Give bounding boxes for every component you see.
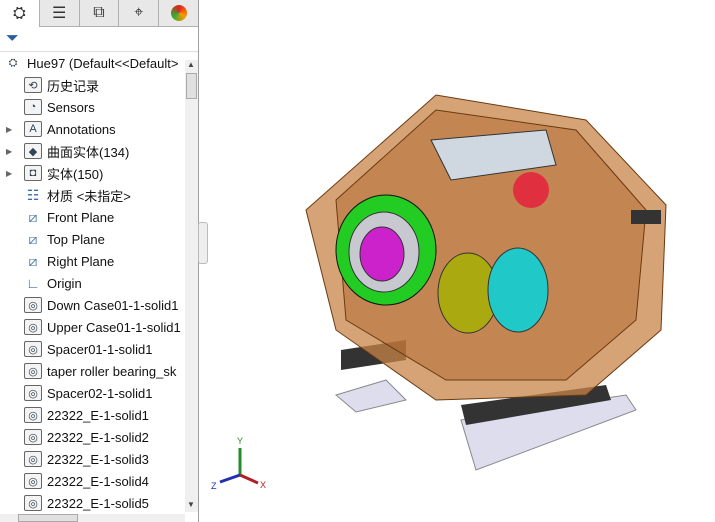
tree-item[interactable]: ⧄ Top Plane bbox=[0, 228, 185, 250]
expand-arrow-icon[interactable]: ▶ bbox=[6, 125, 16, 134]
tree-item[interactable]: ◎ Upper Case01-1-solid1 bbox=[0, 316, 185, 338]
gearbox-model bbox=[305, 94, 667, 471]
vertical-scrollbar[interactable] bbox=[185, 60, 198, 512]
tree-item-label: Front Plane bbox=[47, 209, 115, 225]
scrollbar-thumb[interactable] bbox=[186, 73, 197, 99]
property-manager-tab[interactable]: ☰ bbox=[40, 0, 80, 26]
tree-item[interactable]: ⧄ Right Plane bbox=[0, 250, 185, 272]
tree-item-label: Sensors bbox=[47, 99, 95, 115]
configuration-manager-tab[interactable]: ⧉ bbox=[80, 0, 120, 26]
history-folder-icon: ⟲ bbox=[24, 77, 42, 93]
feature-tree: ⛭ Hue97 (Default<<Default> ⟲ 历史记录 ◔ Sensors ▶… bbox=[0, 52, 185, 514]
tree-item-label: Top Plane bbox=[47, 231, 105, 247]
panel-tabs: ⛭ ☰ ⧉ ⌖ bbox=[0, 0, 198, 27]
graphics-area[interactable]: Y X Z bbox=[206, 0, 715, 522]
tree-item-label: Right Plane bbox=[47, 253, 115, 269]
solid-body-icon: ◎ bbox=[24, 495, 42, 511]
tree-item-label: Spacer02-1-solid1 bbox=[47, 385, 153, 401]
root-label: Hue97 (Default<<Default> bbox=[27, 55, 179, 71]
solid-body-icon: ◎ bbox=[24, 363, 42, 379]
tree-item-label: 材质 <未指定> bbox=[47, 188, 131, 204]
tree-item[interactable]: ◎ taper roller bearing_sk bbox=[0, 360, 185, 382]
scroll-up-icon[interactable]: ▲ bbox=[187, 60, 195, 69]
feature-manager-tab[interactable]: ⛭ bbox=[0, 0, 40, 27]
solid-bodies-folder-icon: ◘ bbox=[24, 165, 42, 181]
tree-item-label: 22322_E-1-solid4 bbox=[47, 473, 149, 489]
plane-icon: ⧄ bbox=[28, 230, 38, 247]
tree-item-label: 22322_E-1-solid2 bbox=[47, 429, 149, 445]
triad-x-label: X bbox=[260, 480, 266, 490]
solid-body-icon: ◎ bbox=[24, 429, 42, 445]
triad-z-label: Z bbox=[211, 481, 217, 491]
tree-item[interactable]: ⟲ 历史记录 bbox=[0, 74, 185, 96]
tree-item[interactable]: ◎ 22322_E-1-solid1 bbox=[0, 404, 185, 426]
plane-icon: ⧄ bbox=[28, 252, 38, 269]
tree-item-label: Origin bbox=[47, 275, 82, 291]
solid-body-icon: ◎ bbox=[24, 341, 42, 357]
tree-item-label: Down Case01-1-solid1 bbox=[47, 297, 179, 313]
tree-item-label: 22322_E-1-solid1 bbox=[47, 407, 149, 423]
solid-body-icon: ◎ bbox=[24, 451, 42, 467]
surface-bodies-folder-icon: ◆ bbox=[24, 143, 42, 159]
solid-body-icon: ◎ bbox=[24, 385, 42, 401]
tree-item[interactable]: ☷ 材质 <未指定> bbox=[0, 184, 185, 206]
part-icon: ⛭ bbox=[8, 56, 18, 69]
tree-item[interactable]: ◎ Spacer01-1-solid1 bbox=[0, 338, 185, 360]
tree-item[interactable]: ◎ Spacer02-1-solid1 bbox=[0, 382, 185, 404]
axis-triad: Y X Z bbox=[211, 436, 266, 491]
tree-item-label: 曲面实体(134) bbox=[47, 144, 130, 160]
expand-arrow-icon[interactable]: ▶ bbox=[6, 147, 16, 156]
solid-body-icon: ◎ bbox=[24, 319, 42, 335]
tree-item[interactable]: ◎ Down Case01-1-solid1 bbox=[0, 294, 185, 316]
display-manager-tab[interactable] bbox=[159, 0, 198, 26]
tree-item-label: 22322_E-1-solid3 bbox=[47, 451, 149, 467]
sensors-folder-icon: ◔ bbox=[24, 99, 42, 115]
solid-body-icon: ◎ bbox=[24, 407, 42, 423]
triad-y-label: Y bbox=[237, 436, 243, 446]
feature-manager-panel: ⛭ ☰ ⧉ ⌖ ⏷ ⛭ Hue97 (Default<<Default> ⟲ 历史记… bbox=[0, 0, 199, 522]
expand-arrow-icon[interactable]: ▶ bbox=[6, 169, 16, 178]
tree-root[interactable]: ⛭ Hue97 (Default<<Default> bbox=[0, 52, 185, 74]
tree-item[interactable]: ∟ Origin bbox=[0, 272, 185, 294]
tree-item[interactable]: ▶ A Annotations bbox=[0, 118, 185, 140]
plane-icon: ⧄ bbox=[28, 208, 38, 225]
origin-icon: ∟ bbox=[26, 275, 40, 291]
filter-icon[interactable]: ⏷ bbox=[0, 27, 198, 52]
tree-item[interactable]: ◎ 22322_E-1-solid3 bbox=[0, 448, 185, 470]
tree-item[interactable]: ⧄ Front Plane bbox=[0, 206, 185, 228]
tree-item[interactable]: ◔ Sensors bbox=[0, 96, 185, 118]
tree-item-label: taper roller bearing_sk bbox=[47, 363, 177, 379]
scroll-down-icon[interactable]: ▼ bbox=[187, 500, 195, 509]
material-icon: ☷ bbox=[26, 186, 40, 203]
tree-item-label: Annotations bbox=[47, 121, 116, 137]
tree-item-label: 实体(150) bbox=[47, 166, 104, 182]
tree-item[interactable]: ◎ 22322_E-1-solid2 bbox=[0, 426, 185, 448]
tree-item[interactable]: ▶ ◘ 实体(150) bbox=[0, 162, 185, 184]
tree-item[interactable]: ◎ 22322_E-1-solid4 bbox=[0, 470, 185, 492]
tree-item-label: 22322_E-1-solid5 bbox=[47, 495, 149, 511]
tree-item-label: Upper Case01-1-solid1 bbox=[47, 319, 181, 335]
tree-item-label: 历史记录 bbox=[47, 78, 100, 94]
solid-body-icon: ◎ bbox=[24, 473, 42, 489]
tree-item[interactable]: ▶ ◆ 曲面实体(134) bbox=[0, 140, 185, 162]
tree-item-label: Spacer01-1-solid1 bbox=[47, 341, 153, 357]
dimxpert-tab[interactable]: ⌖ bbox=[119, 0, 160, 26]
tree-item[interactable]: ◎ 22322_E-1-solid5 bbox=[0, 492, 185, 514]
horizontal-scrollbar[interactable] bbox=[0, 514, 185, 522]
annotations-folder-icon: A bbox=[24, 121, 42, 137]
solid-body-icon: ◎ bbox=[24, 297, 42, 313]
